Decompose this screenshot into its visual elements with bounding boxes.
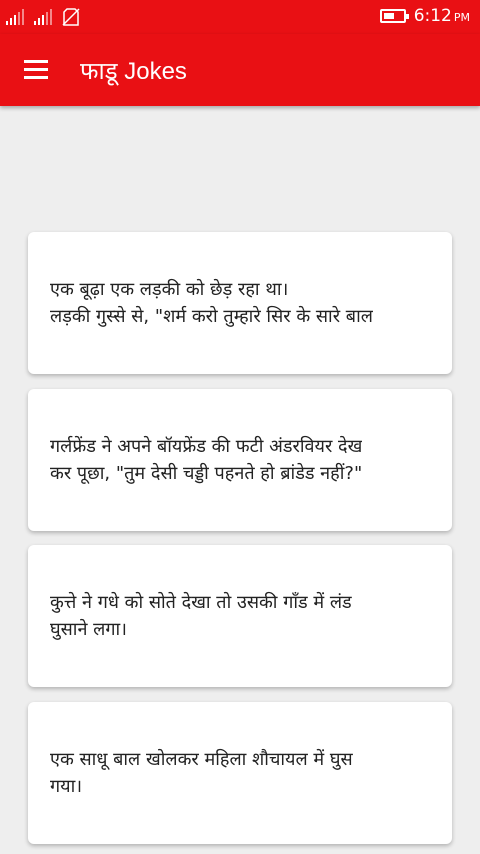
status-time: 6:12 PM [414,6,470,26]
status-time-value: 6:12 [413,6,452,26]
joke-card[interactable]: एक बूढ़ा एक लड़की को छेड़ रहा था। लड़की … [28,232,452,374]
status-bar: 6:12 PM [0,0,480,34]
joke-text: कुत्ते ने गधे को सोते देखा तो उसकी गाँड … [50,592,352,640]
battery-icon [379,9,409,23]
status-left [6,8,80,26]
battery-fill [383,13,395,19]
status-ampm: PM [453,11,470,24]
joke-card[interactable]: एक साधू बाल खोलकर महिला शौचायल में घुस ग… [28,702,452,844]
joke-text: एक साधू बाल खोलकर महिला शौचायल में घुस ग… [50,749,353,797]
signal-1-icon [6,9,24,25]
app-title: फाडू Jokes [80,58,187,85]
signal-2-icon [34,9,52,25]
no-sim-icon [62,8,80,26]
status-right: 6:12 PM [379,6,470,26]
joke-card[interactable]: गर्लफ्रेंड ने अपने बॉयफ्रेंड की फटी अंडर… [28,389,452,531]
joke-card[interactable]: कुत्ते ने गधे को सोते देखा तो उसकी गाँड … [28,545,452,687]
joke-text: गर्लफ्रेंड ने अपने बॉयफ्रेंड की फटी अंडर… [50,436,363,484]
hamburger-menu-icon[interactable] [24,60,48,80]
app-bar: फाडू Jokes [0,34,480,106]
joke-text: एक बूढ़ा एक लड़की को छेड़ रहा था। लड़की … [50,279,373,327]
